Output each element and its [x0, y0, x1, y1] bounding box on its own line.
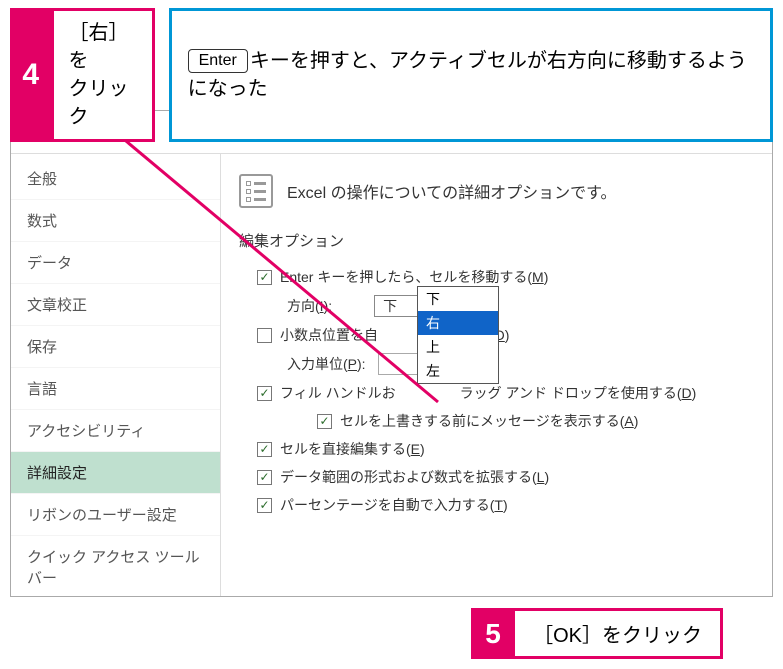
step-number: 5 — [471, 608, 515, 659]
dropdown-option[interactable]: 左 — [418, 359, 498, 383]
info-callout: Enterキーを押すと、アクティブセルが右方向に移動するようになった — [169, 8, 773, 142]
opt-direct-edit[interactable]: セルを直接編集する(E) — [257, 439, 754, 459]
options-icon — [239, 174, 273, 208]
dropdown-option[interactable]: 右 — [418, 311, 498, 335]
step-text: ［右］を クリック — [51, 8, 154, 142]
sidebar-item[interactable]: クイック アクセス ツール バー — [11, 536, 220, 597]
section-title: 編集オプション — [239, 230, 754, 251]
content-heading: Excel の操作についての詳細オプションです。 — [287, 179, 617, 203]
checkbox-icon[interactable] — [257, 498, 272, 513]
dropdown-option[interactable]: 上 — [418, 335, 498, 359]
sidebar-item[interactable]: アクセシビリティ — [11, 410, 220, 452]
opt-enter-move[interactable]: Enter キーを押したら、セルを移動する(M) — [257, 267, 754, 287]
enter-keycap: Enter — [188, 49, 248, 73]
opt-unit: 入力単位(P): — [287, 353, 754, 375]
step-text: ［OK］をクリック — [515, 608, 723, 659]
checkbox-icon[interactable] — [257, 470, 272, 485]
options-content: Excel の操作についての詳細オプションです。 編集オプション Enter キ… — [221, 153, 772, 596]
step-callout-5: 5 ［OK］をクリック — [471, 608, 723, 659]
checkbox-icon[interactable] — [317, 414, 332, 429]
opt-overwrite-warn[interactable]: セルを上書きする前にメッセージを表示する(A) — [317, 411, 754, 431]
sidebar-item[interactable]: 保存 — [11, 326, 220, 368]
checkbox-icon[interactable] — [257, 270, 272, 285]
opt-direction: 方向(I): 下 — [287, 295, 754, 317]
direction-dropdown[interactable]: 下右上左 — [417, 286, 499, 384]
checkbox-icon[interactable] — [257, 442, 272, 457]
dropdown-option[interactable]: 下 — [418, 287, 498, 311]
info-text: Enterキーを押すと、アクティブセルが右方向に移動するようになった — [169, 8, 773, 142]
sidebar-item[interactable]: データ — [11, 242, 220, 284]
step-callout-4: 4 ［右］を クリック — [10, 8, 155, 142]
sidebar-item[interactable]: 全般 — [11, 158, 220, 200]
opt-extend-format[interactable]: データ範囲の形式および数式を拡張する(L) — [257, 467, 754, 487]
excel-options-dialog: Excel のオプション 全般数式データ文章校正保存言語アクセシビリティ詳細設定… — [10, 110, 773, 597]
sidebar-item[interactable]: リボンのユーザー設定 — [11, 494, 220, 536]
sidebar-item[interactable]: 言語 — [11, 368, 220, 410]
checkbox-icon[interactable] — [257, 386, 272, 401]
opt-percent-auto[interactable]: パーセンテージを自動で入力する(T) — [257, 495, 754, 515]
opt-decimal[interactable]: 小数点位置を自入する(D) — [257, 325, 754, 345]
sidebar-item[interactable]: 数式 — [11, 200, 220, 242]
checkbox-icon[interactable] — [257, 328, 272, 343]
opt-fill-handle[interactable]: フィル ハンドルおラッグ アンド ドロップを使用する(D) — [257, 383, 754, 403]
step-number: 4 — [10, 8, 51, 142]
options-sidebar: 全般数式データ文章校正保存言語アクセシビリティ詳細設定リボンのユーザー設定クイッ… — [11, 153, 221, 596]
sidebar-item[interactable]: 詳細設定 — [11, 452, 220, 494]
sidebar-item[interactable]: 文章校正 — [11, 284, 220, 326]
